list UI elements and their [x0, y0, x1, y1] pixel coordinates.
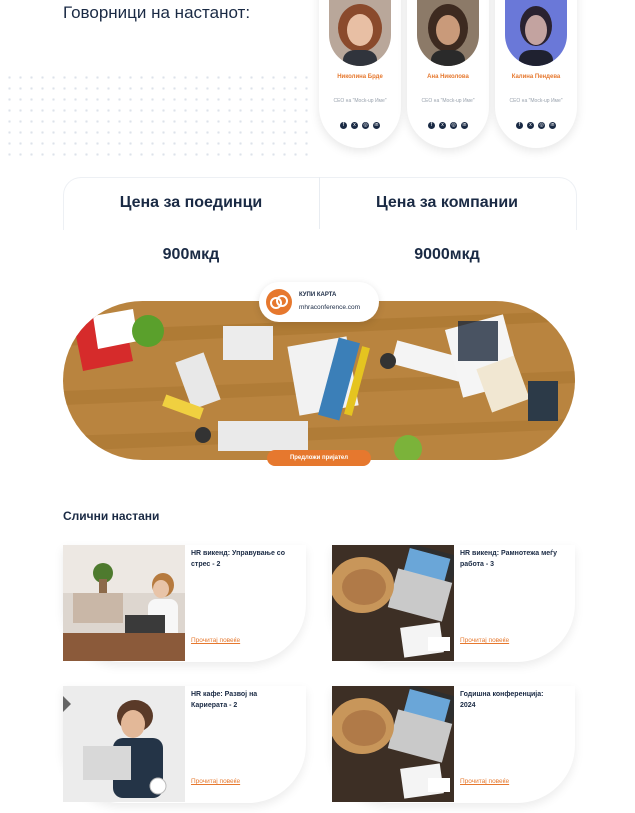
individual-price-label: Цена за поединци — [119, 194, 263, 211]
company-price-label: Цена за компании — [376, 194, 518, 211]
speakers-heading: Говорници на настанот: — [63, 3, 251, 22]
event-card[interactable]: HR викенд: Рамнотежа меѓу работа - 3 Про… — [332, 545, 575, 662]
instagram-icon[interactable]: ◎ — [362, 122, 369, 129]
facebook-icon[interactable]: f — [516, 122, 523, 129]
facebook-icon[interactable]: f — [428, 122, 435, 129]
speaker-socials: f x ◎ in — [407, 122, 489, 129]
speaker-socials: f x ◎ in — [495, 122, 577, 129]
event-image — [63, 686, 185, 802]
event-image — [63, 545, 185, 661]
x-icon[interactable]: x — [439, 122, 446, 129]
instagram-icon[interactable]: ◎ — [450, 122, 457, 129]
company-price-value: 9000мкд — [414, 246, 480, 263]
speaker-card[interactable]: Калина Пендева CEO на "Mock-up Име" f x … — [495, 0, 577, 148]
suggest-friend-button[interactable]: Предложи пријател — [267, 450, 371, 466]
read-more-link[interactable]: Прочитај повеќе — [460, 778, 509, 785]
event-title: HR викенд: Рамнотежа меѓу работа - 3 — [460, 550, 557, 568]
speaker-photo — [329, 0, 391, 66]
read-more-link[interactable]: Прочитај повеќе — [460, 637, 509, 644]
speaker-role: CEO на "Mock-up Име" — [509, 98, 563, 104]
speaker-photo — [505, 0, 567, 66]
buy-ticket-pill[interactable]: КУПИ КАРТА mhraconference.com — [259, 282, 379, 322]
event-image — [332, 545, 454, 661]
event-card[interactable]: HR кафе: Развој на Кариерата - 2 Прочита… — [63, 686, 306, 803]
event-title: HR кафе: Развој на Кариерата - 2 — [191, 691, 258, 709]
x-icon[interactable]: x — [351, 122, 358, 129]
read-more-link[interactable]: Прочитај повеќе — [191, 637, 240, 644]
event-title: Годишна конференција: 2024 — [460, 691, 544, 709]
event-card[interactable]: HR викенд: Управување со стрес - 2 Прочи… — [63, 545, 306, 662]
event-title: HR викенд: Управување со стрес - 2 — [191, 550, 285, 568]
linkedin-icon[interactable]: in — [461, 122, 468, 129]
event-image — [332, 686, 454, 802]
event-banner-image — [63, 301, 575, 460]
speaker-photo — [417, 0, 479, 66]
linkedin-icon[interactable]: in — [373, 122, 380, 129]
similar-events-heading: Слични настани — [63, 509, 160, 523]
x-icon[interactable]: x — [527, 122, 534, 129]
speaker-card[interactable]: Ана Николова CEO на "Mock-up Име" f x ◎ … — [407, 0, 489, 148]
buy-ticket-label: КУПИ КАРТА — [299, 292, 337, 298]
speaker-role: CEO на "Mock-up Име" — [333, 98, 387, 104]
speaker-name: Николина Брде — [337, 74, 383, 80]
facebook-icon[interactable]: f — [340, 122, 347, 129]
buy-ticket-site: mhraconference.com — [299, 304, 361, 311]
speaker-card[interactable]: Николина Брде CEO на "Mock-up Име" f x ◎… — [319, 0, 401, 148]
speaker-socials: f x ◎ in — [319, 122, 401, 129]
instagram-icon[interactable]: ◎ — [538, 122, 545, 129]
link-icon — [266, 289, 292, 315]
speaker-name: Калина Пендева — [511, 74, 561, 80]
decorative-dots — [4, 72, 316, 164]
linkedin-icon[interactable]: in — [549, 122, 556, 129]
speaker-name: Ана Николова — [427, 74, 469, 80]
individual-price-value: 900мкд — [162, 246, 220, 263]
read-more-link[interactable]: Прочитај повеќе — [191, 778, 240, 785]
event-card[interactable]: Годишна конференција: 2024 Прочитај пове… — [332, 686, 575, 803]
speaker-role: CEO на "Mock-up Име" — [421, 98, 475, 104]
